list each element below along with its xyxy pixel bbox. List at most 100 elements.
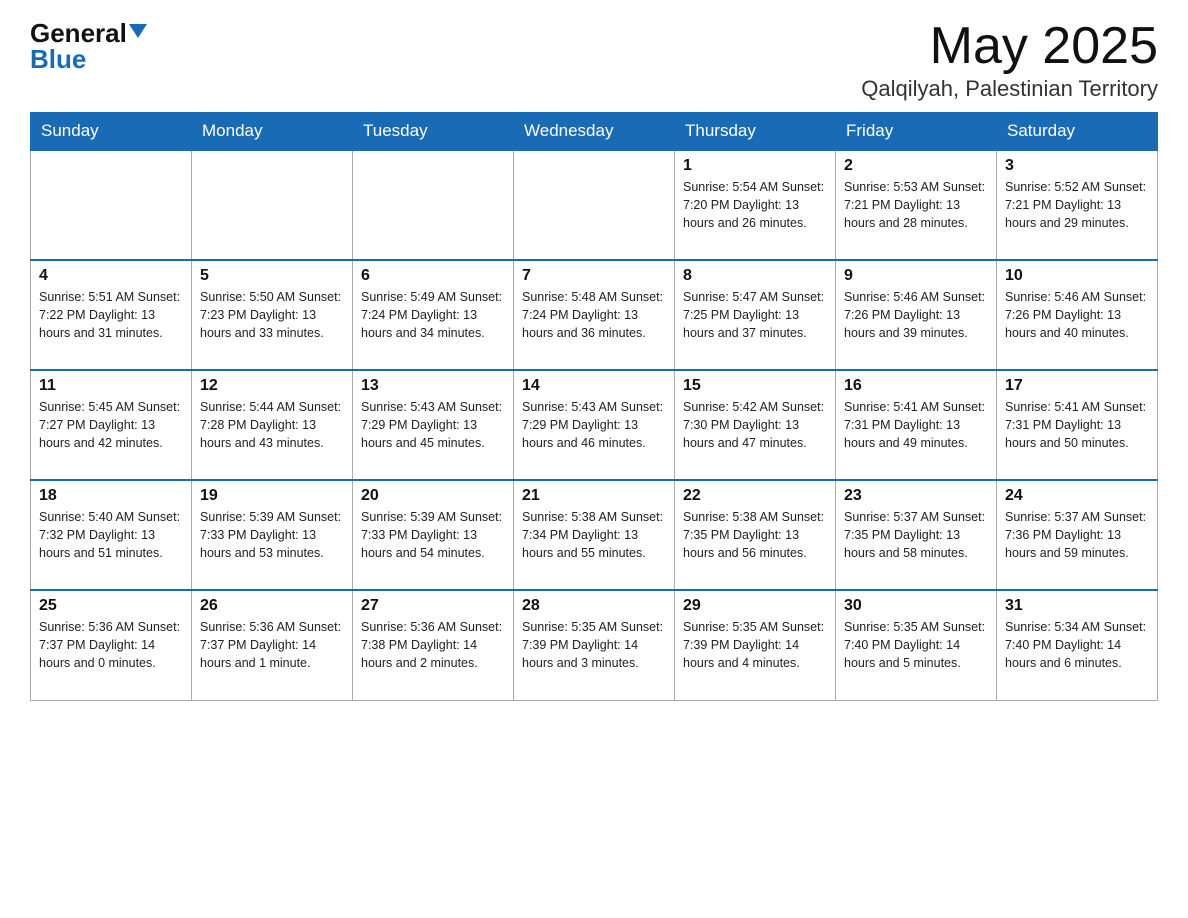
calendar-cell: 8Sunrise: 5:47 AM Sunset: 7:25 PM Daylig… — [675, 260, 836, 370]
day-number: 27 — [361, 597, 505, 615]
day-number: 2 — [844, 157, 988, 175]
calendar-cell: 16 Sunrise: 5:41 AM Sunset: 7:31 PM Dayli… — [836, 370, 997, 480]
day-info: Sunrise: 5:47 AM Sunset: 7:25 PM Dayligh… — [683, 288, 827, 342]
day-info: Sunrise: 5:36 AM Sunset: 7:37 PM Dayligh… — [200, 618, 344, 672]
day-info: Sunrise: 5:45 AM Sunset: 7:27 PM Dayligh… — [39, 398, 183, 452]
day-info: Sunrise: 5:52 AM Sunset: 7:21 PM Dayligh… — [1005, 178, 1149, 232]
calendar-week-row: 18Sunrise: 5:40 AM Sunset: 7:32 PM Dayli… — [31, 480, 1158, 590]
day-info: Sunrise: 5:39 AM Sunset: 7:33 PM Dayligh… — [361, 508, 505, 562]
day-number: 9 — [844, 267, 988, 285]
calendar-cell: 31 Sunrise: 5:34 AM Sunset: 7:40 PM Dayli… — [997, 590, 1158, 700]
day-number: 1 — [683, 157, 827, 175]
day-info: Sunrise: 5:34 AM Sunset: 7:40 PM Dayligh… — [1005, 618, 1149, 672]
day-number: 23 — [844, 487, 988, 505]
calendar-cell — [192, 150, 353, 260]
calendar-cell: 2 Sunrise: 5:53 AM Sunset: 7:21 PM Daylig… — [836, 150, 997, 260]
page-header: GeneralBlue May 2025 Qalqilyah, Palestin… — [30, 20, 1158, 102]
day-number: 17 — [1005, 377, 1149, 395]
day-number: 4 — [39, 267, 183, 285]
day-number: 10 — [1005, 267, 1149, 285]
day-info: Sunrise: 5:37 AM Sunset: 7:36 PM Dayligh… — [1005, 508, 1149, 562]
month-year-title: May 2025 — [861, 20, 1158, 72]
calendar-cell: 25 Sunrise: 5:36 AM Sunset: 7:37 PM Dayli… — [31, 590, 192, 700]
calendar-day-header: Thursday — [675, 113, 836, 151]
calendar-week-row: 4 Sunrise: 5:51 AM Sunset: 7:22 PM Daylig… — [31, 260, 1158, 370]
day-info: Sunrise: 5:51 AM Sunset: 7:22 PM Dayligh… — [39, 288, 183, 342]
calendar-cell: 12Sunrise: 5:44 AM Sunset: 7:28 PM Dayli… — [192, 370, 353, 480]
calendar-cell: 27Sunrise: 5:36 AM Sunset: 7:38 PM Dayli… — [353, 590, 514, 700]
day-info: Sunrise: 5:35 AM Sunset: 7:39 PM Dayligh… — [683, 618, 827, 672]
calendar-cell: 19 Sunrise: 5:39 AM Sunset: 7:33 PM Dayli… — [192, 480, 353, 590]
calendar-cell: 21Sunrise: 5:38 AM Sunset: 7:34 PM Dayli… — [514, 480, 675, 590]
day-info: Sunrise: 5:46 AM Sunset: 7:26 PM Dayligh… — [1005, 288, 1149, 342]
day-number: 30 — [844, 597, 988, 615]
calendar-cell: 22 Sunrise: 5:38 AM Sunset: 7:35 PM Dayli… — [675, 480, 836, 590]
calendar-cell: 10 Sunrise: 5:46 AM Sunset: 7:26 PM Dayli… — [997, 260, 1158, 370]
day-number: 19 — [200, 487, 344, 505]
day-number: 11 — [39, 377, 183, 395]
calendar-cell: 30 Sunrise: 5:35 AM Sunset: 7:40 PM Dayli… — [836, 590, 997, 700]
title-block: May 2025 Qalqilyah, Palestinian Territor… — [861, 20, 1158, 102]
calendar-cell: 11 Sunrise: 5:45 AM Sunset: 7:27 PM Dayli… — [31, 370, 192, 480]
day-info: Sunrise: 5:36 AM Sunset: 7:37 PM Dayligh… — [39, 618, 183, 672]
day-number: 22 — [683, 487, 827, 505]
day-number: 14 — [522, 377, 666, 395]
day-number: 24 — [1005, 487, 1149, 505]
calendar-cell: 18Sunrise: 5:40 AM Sunset: 7:32 PM Dayli… — [31, 480, 192, 590]
calendar-cell: 6Sunrise: 5:49 AM Sunset: 7:24 PM Daylig… — [353, 260, 514, 370]
calendar-cell: 14 Sunrise: 5:43 AM Sunset: 7:29 PM Dayli… — [514, 370, 675, 480]
day-info: Sunrise: 5:44 AM Sunset: 7:28 PM Dayligh… — [200, 398, 344, 452]
calendar-table: SundayMondayTuesdayWednesdayThursdayFrid… — [30, 112, 1158, 701]
day-info: Sunrise: 5:37 AM Sunset: 7:35 PM Dayligh… — [844, 508, 988, 562]
calendar-week-row: 1Sunrise: 5:54 AM Sunset: 7:20 PM Daylig… — [31, 150, 1158, 260]
day-number: 26 — [200, 597, 344, 615]
calendar-cell: 3 Sunrise: 5:52 AM Sunset: 7:21 PM Daylig… — [997, 150, 1158, 260]
calendar-cell: 24 Sunrise: 5:37 AM Sunset: 7:36 PM Dayli… — [997, 480, 1158, 590]
day-info: Sunrise: 5:39 AM Sunset: 7:33 PM Dayligh… — [200, 508, 344, 562]
day-number: 31 — [1005, 597, 1149, 615]
day-number: 28 — [522, 597, 666, 615]
logo: GeneralBlue — [30, 20, 147, 72]
day-info: Sunrise: 5:35 AM Sunset: 7:40 PM Dayligh… — [844, 618, 988, 672]
calendar-day-header: Monday — [192, 113, 353, 151]
day-info: Sunrise: 5:46 AM Sunset: 7:26 PM Dayligh… — [844, 288, 988, 342]
day-info: Sunrise: 5:50 AM Sunset: 7:23 PM Dayligh… — [200, 288, 344, 342]
calendar-cell: 17 Sunrise: 5:41 AM Sunset: 7:31 PM Dayli… — [997, 370, 1158, 480]
day-number: 16 — [844, 377, 988, 395]
calendar-cell: 13 Sunrise: 5:43 AM Sunset: 7:29 PM Dayli… — [353, 370, 514, 480]
day-number: 21 — [522, 487, 666, 505]
day-info: Sunrise: 5:41 AM Sunset: 7:31 PM Dayligh… — [844, 398, 988, 452]
location-subtitle: Qalqilyah, Palestinian Territory — [861, 76, 1158, 102]
calendar-day-header: Sunday — [31, 113, 192, 151]
calendar-cell — [353, 150, 514, 260]
day-info: Sunrise: 5:40 AM Sunset: 7:32 PM Dayligh… — [39, 508, 183, 562]
day-info: Sunrise: 5:35 AM Sunset: 7:39 PM Dayligh… — [522, 618, 666, 672]
calendar-cell: 15Sunrise: 5:42 AM Sunset: 7:30 PM Dayli… — [675, 370, 836, 480]
day-number: 25 — [39, 597, 183, 615]
day-number: 7 — [522, 267, 666, 285]
day-info: Sunrise: 5:41 AM Sunset: 7:31 PM Dayligh… — [1005, 398, 1149, 452]
logo-text: GeneralBlue — [30, 20, 147, 72]
calendar-day-header: Tuesday — [353, 113, 514, 151]
calendar-header-row: SundayMondayTuesdayWednesdayThursdayFrid… — [31, 113, 1158, 151]
calendar-cell: 4 Sunrise: 5:51 AM Sunset: 7:22 PM Daylig… — [31, 260, 192, 370]
calendar-cell — [31, 150, 192, 260]
day-number: 29 — [683, 597, 827, 615]
day-info: Sunrise: 5:38 AM Sunset: 7:35 PM Dayligh… — [683, 508, 827, 562]
day-info: Sunrise: 5:53 AM Sunset: 7:21 PM Dayligh… — [844, 178, 988, 232]
calendar-cell: 26 Sunrise: 5:36 AM Sunset: 7:37 PM Dayli… — [192, 590, 353, 700]
calendar-cell: 23 Sunrise: 5:37 AM Sunset: 7:35 PM Dayli… — [836, 480, 997, 590]
calendar-day-header: Wednesday — [514, 113, 675, 151]
day-number: 13 — [361, 377, 505, 395]
calendar-cell — [514, 150, 675, 260]
calendar-cell: 5Sunrise: 5:50 AM Sunset: 7:23 PM Daylig… — [192, 260, 353, 370]
day-info: Sunrise: 5:43 AM Sunset: 7:29 PM Dayligh… — [522, 398, 666, 452]
calendar-day-header: Friday — [836, 113, 997, 151]
day-number: 3 — [1005, 157, 1149, 175]
calendar-week-row: 11 Sunrise: 5:45 AM Sunset: 7:27 PM Dayli… — [31, 370, 1158, 480]
day-info: Sunrise: 5:49 AM Sunset: 7:24 PM Dayligh… — [361, 288, 505, 342]
day-info: Sunrise: 5:48 AM Sunset: 7:24 PM Dayligh… — [522, 288, 666, 342]
day-info: Sunrise: 5:43 AM Sunset: 7:29 PM Dayligh… — [361, 398, 505, 452]
calendar-day-header: Saturday — [997, 113, 1158, 151]
day-info: Sunrise: 5:42 AM Sunset: 7:30 PM Dayligh… — [683, 398, 827, 452]
